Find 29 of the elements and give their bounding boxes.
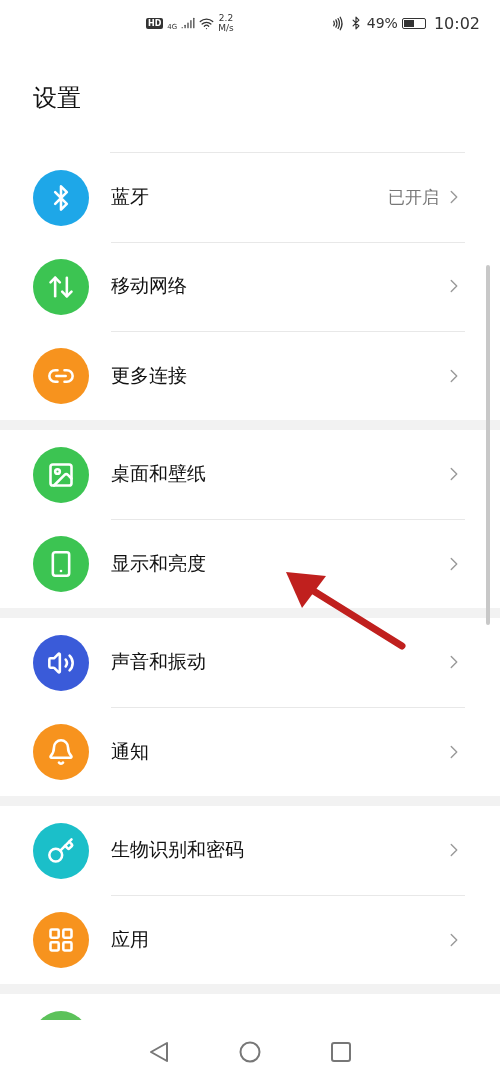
wifi-icon	[199, 15, 215, 31]
item-label: 应用	[111, 926, 150, 952]
item-label: 声音和振动	[111, 649, 207, 674]
signal-icon	[181, 16, 196, 30]
item-label: 移动网络	[111, 273, 188, 298]
settings-item[interactable]: 蓝牙 已开启	[0, 153, 500, 242]
settings-item[interactable]: 应用	[0, 895, 500, 984]
settings-item[interactable]: 移动网络	[0, 242, 500, 331]
clock: 10:02	[433, 13, 480, 33]
battery-icon	[401, 17, 426, 29]
battery-percent: 49%	[366, 15, 398, 31]
back-icon[interactable]	[149, 1041, 169, 1063]
hd-badge: HD	[146, 17, 164, 29]
item-label: 显示和亮度	[111, 550, 207, 576]
settings-item[interactable]: 更多连接	[0, 331, 500, 420]
item-label: 生物识别和密码	[111, 837, 245, 862]
item-label: 桌面和壁纸	[111, 461, 207, 486]
item-label: 更多连接	[111, 362, 188, 388]
page-title: 设置	[32, 83, 82, 114]
settings-item[interactable]: 生物识别和密码	[0, 806, 500, 895]
network-speed: 2.2 M/s	[218, 13, 234, 33]
recents-icon[interactable]	[331, 1042, 351, 1062]
item-value: 已开启	[388, 185, 439, 209]
home-icon[interactable]	[239, 1041, 261, 1063]
item-label: 蓝牙	[111, 184, 150, 209]
settings-item[interactable]: 通知	[0, 707, 500, 796]
item-label: 通知	[111, 738, 150, 764]
settings-item[interactable]: 声音和振动	[0, 618, 500, 707]
settings-item[interactable]: 桌面和壁纸	[0, 430, 500, 519]
